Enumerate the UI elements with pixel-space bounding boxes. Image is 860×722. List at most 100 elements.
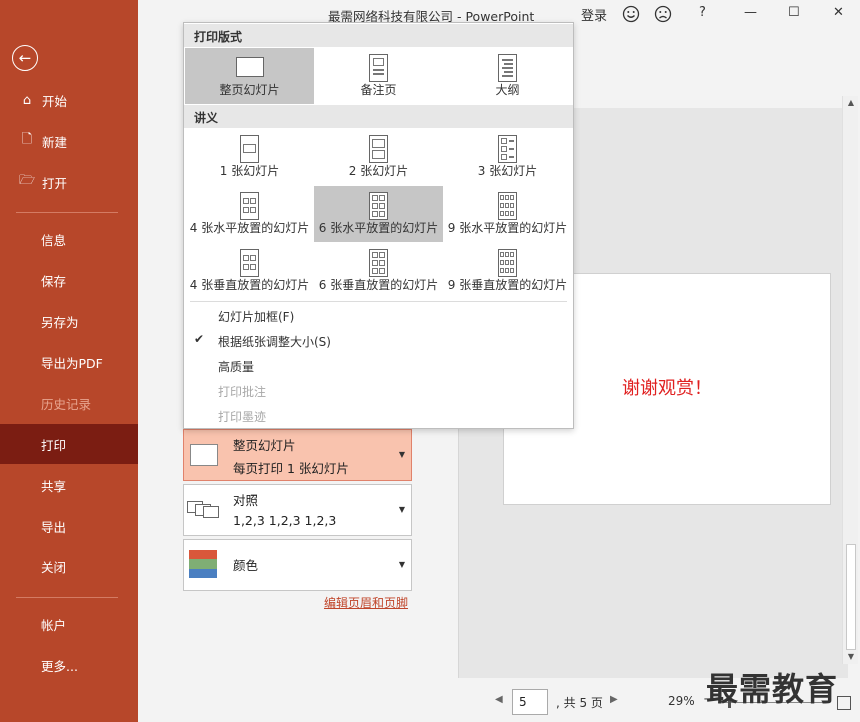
nav-close[interactable]: 关闭 <box>0 546 138 586</box>
setting-description: 1,2,3 1,2,3 1,2,3 <box>233 513 337 528</box>
menu-label: 幻灯片加框(F) <box>218 310 295 324</box>
menu-label: 打印批注 <box>218 385 267 399</box>
print-layout-dropdown: 打印版式 整页幻灯片 备注页 大纲 讲义 1 张幻灯片 2 张幻灯片 3 张幻灯… <box>183 22 574 429</box>
fit-to-window-icon[interactable] <box>837 696 851 710</box>
full-page-slide-icon <box>190 444 218 466</box>
option-label: 6 张垂直放置的幻灯片 <box>318 278 439 292</box>
handout-1-slide[interactable]: 1 张幻灯片 <box>185 129 314 185</box>
frown-feedback-icon[interactable] <box>654 5 672 27</box>
collate-icon <box>187 501 221 519</box>
handout-6-horizontal[interactable]: 6 张水平放置的幻灯片 <box>314 186 443 242</box>
nav-share[interactable]: 共享 <box>0 465 138 505</box>
print-ink-option: 打印墨迹 <box>184 403 573 428</box>
nav-export-pdf[interactable]: 导出为PDF <box>0 342 138 382</box>
option-label: 2 张幻灯片 <box>348 164 409 178</box>
nav-info[interactable]: 信息 <box>0 219 138 259</box>
maximize-button[interactable]: ☐ <box>788 5 800 20</box>
option-label: 4 张水平放置的幻灯片 <box>189 221 310 235</box>
setting-description: 每页打印 1 张幻灯片 <box>233 461 349 476</box>
handout-6-horizontal-icon <box>368 192 388 220</box>
scroll-up-icon[interactable]: ▲ <box>843 96 859 110</box>
edit-header-footer-link[interactable]: 编辑页眉和页脚 <box>324 594 408 611</box>
nav-label: 共享 <box>41 478 67 494</box>
nav-open[interactable]: 🗁 打开 <box>0 162 138 202</box>
notes-page-icon <box>368 54 388 82</box>
nav-more[interactable]: 更多... <box>0 645 138 685</box>
handout-4-vertical[interactable]: 4 张垂直放置的幻灯片 <box>185 243 314 299</box>
option-label: 3 张幻灯片 <box>477 164 538 178</box>
help-icon[interactable]: ? <box>699 5 706 20</box>
nav-label: 保存 <box>41 273 67 289</box>
handout-4-horizontal-icon <box>239 192 259 220</box>
backstage-sidebar: ← ⌂ 开始 🗋 新建 🗁 打开 信息 保存 另存为 导出为PDF 历史记录 打… <box>0 0 138 722</box>
sidebar-divider <box>16 212 118 213</box>
color-mode-icon <box>189 550 217 578</box>
page-number-input[interactable]: 5 <box>512 689 548 715</box>
collate-select[interactable]: 对照 1,2,3 1,2,3 1,2,3 ▼ <box>183 484 412 536</box>
nav-label: 另存为 <box>41 314 79 330</box>
back-arrow-icon[interactable]: ← <box>12 45 38 71</box>
nav-save-as[interactable]: 另存为 <box>0 301 138 341</box>
handout-9-horizontal[interactable]: 9 张水平放置的幻灯片 <box>443 186 572 242</box>
nav-label: 更多... <box>41 658 78 674</box>
frame-slides-option[interactable]: 幻灯片加框(F) <box>184 303 573 328</box>
nav-save[interactable]: 保存 <box>0 260 138 300</box>
setting-title: 整页幻灯片 <box>233 438 296 453</box>
nav-label: 导出为PDF <box>41 355 103 371</box>
option-label: 大纲 <box>495 83 520 97</box>
color-select[interactable]: 颜色 ▼ <box>183 539 412 591</box>
signin-link[interactable]: 登录 <box>581 5 607 24</box>
handout-6-vertical-icon <box>368 249 388 277</box>
option-label: 整页幻灯片 <box>219 83 280 97</box>
menu-label: 打印墨迹 <box>218 410 267 424</box>
smile-feedback-icon[interactable] <box>622 5 640 27</box>
scale-to-fit-option[interactable]: ✔ 根据纸张调整大小(S) <box>184 328 573 353</box>
nav-new[interactable]: 🗋 新建 <box>0 121 138 161</box>
handout-9-vertical[interactable]: 9 张垂直放置的幻灯片 <box>443 243 572 299</box>
option-full-page-slides[interactable]: 整页幻灯片 <box>185 48 314 104</box>
nav-label: 新建 <box>42 134 68 150</box>
handout-4-horizontal[interactable]: 4 张水平放置的幻灯片 <box>185 186 314 242</box>
nav-label: 打印 <box>41 437 67 453</box>
handout-9-vertical-icon <box>497 249 517 277</box>
handout-3-slides[interactable]: 3 张幻灯片 <box>443 129 572 185</box>
nav-print[interactable]: 打印 <box>0 424 138 464</box>
option-label: 9 张垂直放置的幻灯片 <box>447 278 568 292</box>
handout-6-vertical[interactable]: 6 张垂直放置的幻灯片 <box>314 243 443 299</box>
next-page-icon[interactable]: ▶ <box>610 694 618 705</box>
scrollbar-thumb[interactable] <box>846 544 856 650</box>
nav-label: 信息 <box>41 232 67 248</box>
nav-account[interactable]: 帐户 <box>0 604 138 644</box>
home-icon: ⌂ <box>22 92 32 108</box>
minimize-button[interactable]: — <box>744 5 757 20</box>
print-comments-option: 打印批注 <box>184 378 573 403</box>
checkmark-icon: ✔ <box>194 332 205 346</box>
nav-home[interactable]: ⌂ 开始 <box>0 80 138 120</box>
nav-label: 关闭 <box>41 559 67 575</box>
handout-2-slides[interactable]: 2 张幻灯片 <box>314 129 443 185</box>
nav-export[interactable]: 导出 <box>0 506 138 546</box>
print-layout-select[interactable]: 整页幻灯片 每页打印 1 张幻灯片 ▼ <box>183 429 412 481</box>
option-label: 9 张水平放置的幻灯片 <box>447 221 568 235</box>
option-outline[interactable]: 大纲 <box>443 48 572 104</box>
nav-label: 帐户 <box>41 617 67 633</box>
zoom-level: 29% <box>668 694 695 708</box>
close-button[interactable]: ✕ <box>833 5 844 20</box>
section-header-print-layout: 打印版式 <box>184 24 573 47</box>
scroll-down-icon[interactable]: ▼ <box>843 650 859 664</box>
menu-label: 高质量 <box>218 360 255 374</box>
preview-scrollbar[interactable]: ▲ ▼ <box>842 96 858 664</box>
high-quality-option[interactable]: 高质量 <box>184 353 573 378</box>
option-label: 4 张垂直放置的幻灯片 <box>189 278 310 292</box>
handout-3-icon <box>497 135 517 163</box>
option-notes-pages[interactable]: 备注页 <box>314 48 443 104</box>
handout-4-vertical-icon <box>239 249 259 277</box>
previous-page-icon[interactable]: ◀ <box>495 694 503 705</box>
option-label: 备注页 <box>360 83 397 97</box>
folder-open-icon: 🗁 <box>18 173 36 188</box>
nav-label: 开始 <box>42 93 68 109</box>
full-page-slide-icon <box>235 57 264 77</box>
nav-label: 导出 <box>41 519 67 535</box>
option-label: 6 张水平放置的幻灯片 <box>318 221 439 235</box>
setting-title: 对照 <box>233 493 259 508</box>
